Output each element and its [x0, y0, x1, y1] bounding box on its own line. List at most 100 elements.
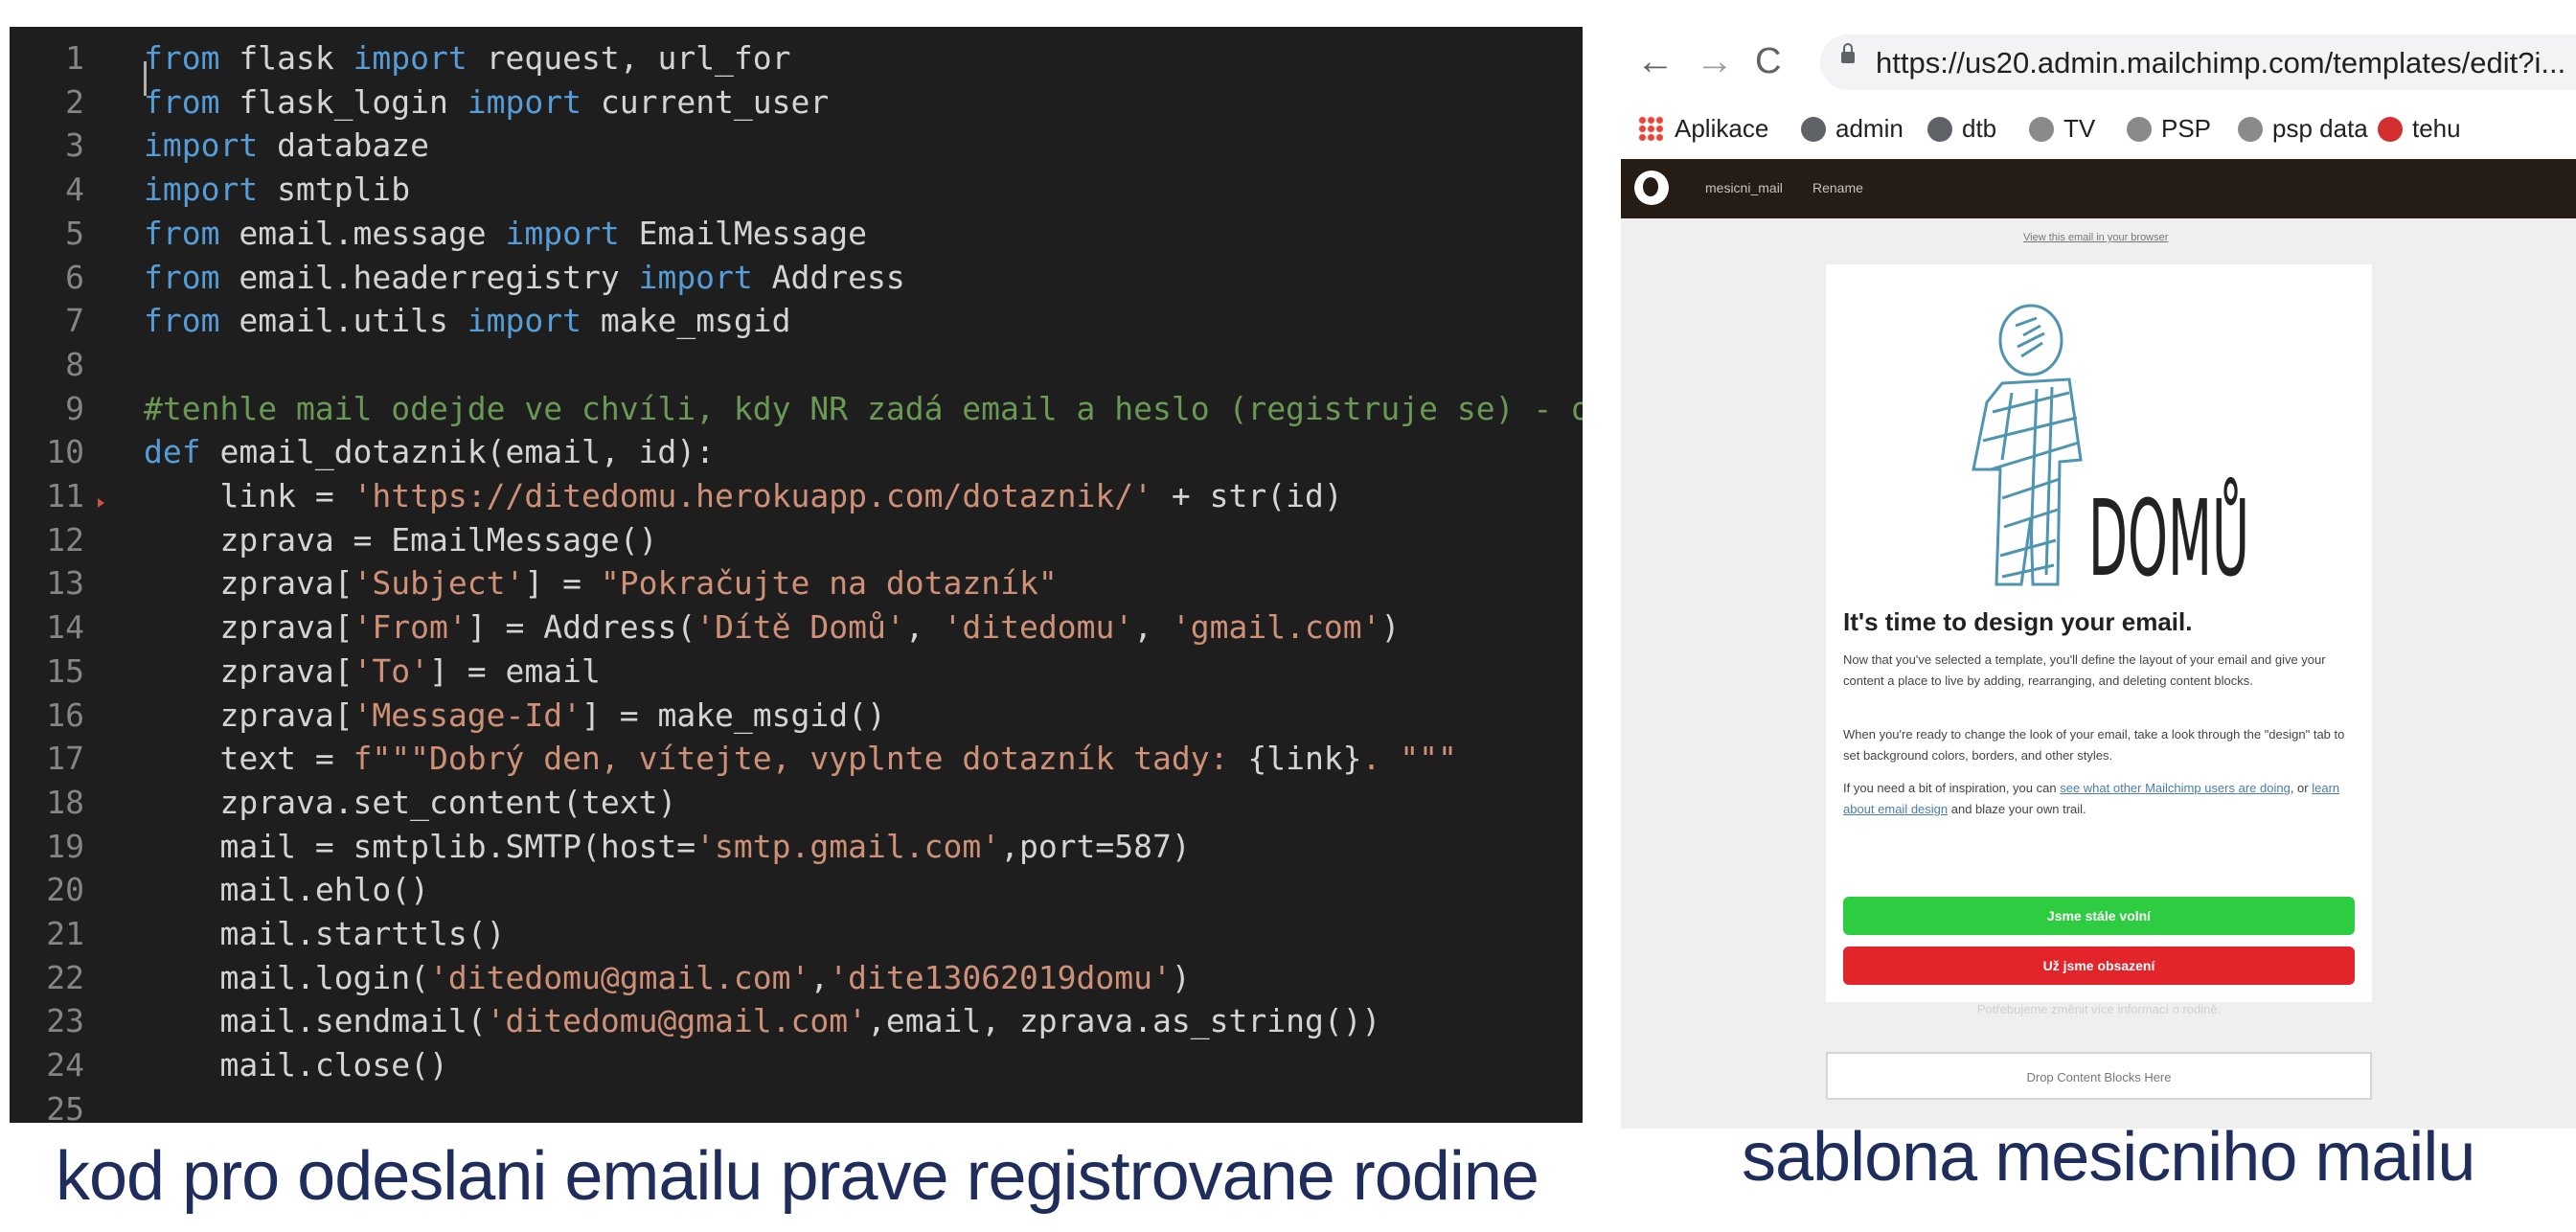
- code-text: link = 'https://ditedomu.herokuapp.com/d…: [219, 477, 1343, 514]
- code-line[interactable]: 5 from email.message import EmailMessage: [10, 212, 1583, 256]
- code-text: from email.utils import make_msgid: [144, 302, 791, 340]
- mailchimp-logo-icon[interactable]: [1634, 171, 1669, 205]
- url-text: https://us20.admin.mailchimp.com/templat…: [1876, 46, 2566, 80]
- bookmark-item[interactable]: dtb: [1927, 111, 1996, 146]
- code-text: mail.close(): [219, 1046, 448, 1084]
- code-line[interactable]: 21 mail.starttls(): [10, 912, 1583, 956]
- line-number: 10: [46, 433, 84, 471]
- bookmarks-bar: Aplikace admin dtb TV PSP psp data tehu: [1621, 100, 2576, 159]
- code-line[interactable]: 3 import databaze: [10, 124, 1583, 168]
- bookmark-label: dtb: [1962, 114, 1997, 143]
- code-text: mail.login('ditedomu@gmail.com','dite130…: [219, 958, 1191, 996]
- code-line[interactable]: 1 from flask import request, url_for: [10, 36, 1583, 80]
- code-text: mail.ehlo(): [219, 871, 430, 909]
- code-line[interactable]: 2 from flask_login import current_user: [10, 80, 1583, 125]
- code-line[interactable]: 14 zprava['From'] = Address('Dítě Domů',…: [10, 605, 1583, 650]
- code-line[interactable]: 22 mail.login('ditedomu@gmail.com','dite…: [10, 956, 1583, 1000]
- bookmark-label: PSP: [2161, 114, 2212, 143]
- line-number: 7: [65, 302, 84, 340]
- code-text: zprava['Message-Id'] = make_msgid(): [219, 696, 886, 734]
- code-text: text = f"""Dobrý den, vítejte, vyplnte d…: [219, 740, 1457, 778]
- line-number: 1: [65, 39, 84, 77]
- code-line[interactable]: 8: [10, 343, 1583, 387]
- code-line[interactable]: 6 from email.headerregistry import Addres…: [10, 256, 1583, 300]
- bookmark-item[interactable]: tehu: [2378, 111, 2461, 146]
- reload-icon[interactable]: C: [1755, 40, 1781, 82]
- email-heading: It's time to design your email.: [1843, 607, 2193, 636]
- code-text: zprava['From'] = Address('Dítě Domů', 'd…: [219, 608, 1401, 647]
- code-line[interactable]: 13 zprava['Subject'] = "Pokračujte na do…: [10, 561, 1583, 605]
- code-line[interactable]: 19 mail = smtplib.SMTP(host='smtp.gmail.…: [10, 825, 1583, 869]
- email-paragraph-3: If you need a bit of inspiration, you ca…: [1843, 781, 2340, 816]
- code-line[interactable]: 7 from email.utils import make_msgid: [10, 299, 1583, 343]
- code-line[interactable]: 11 link = 'https://ditedomu.herokuapp.co…: [10, 474, 1583, 518]
- line-number: 20: [46, 871, 84, 909]
- line-number: 21: [46, 915, 84, 952]
- bookmark-label: Aplikace: [1675, 114, 1769, 143]
- rename-link[interactable]: Rename: [1812, 180, 1863, 195]
- email-preview[interactable]: DOMŮ It's time to design your email. Now…: [1826, 264, 2372, 1016]
- email-paragraph-1: Now that you've selected a template, you…: [1843, 652, 2326, 688]
- bookmark-label: psp data: [2272, 114, 2368, 143]
- code-text: mail.sendmail('ditedomu@gmail.com',email…: [219, 1002, 1381, 1040]
- code-text: def email_dotaznik(email, id):: [144, 433, 716, 471]
- back-arrow-icon[interactable]: ←: [1636, 40, 1675, 82]
- line-number: 18: [46, 783, 84, 821]
- bookmark-item[interactable]: admin: [1801, 111, 1904, 146]
- lock-icon: [1841, 43, 1855, 63]
- bookmark-item[interactable]: psp data: [2238, 111, 2368, 146]
- forward-arrow-icon[interactable]: →: [1696, 40, 1734, 82]
- code-line[interactable]: 25: [10, 1087, 1583, 1123]
- dite-domu-logo: DOMŮ: [1972, 304, 2249, 594]
- template-name-link[interactable]: mesicni_mail: [1705, 180, 1783, 195]
- bookmark-favicon-icon: [2029, 117, 2054, 142]
- code-text: zprava.set_content(text): [219, 783, 677, 821]
- line-number: 5: [65, 214, 84, 252]
- drop-content-zone[interactable]: Drop Content Blocks Here: [1826, 1052, 2372, 1100]
- already-taken-button[interactable]: Už jsme obsazení: [1843, 947, 2355, 985]
- code-text: from email.headerregistry import Address: [144, 258, 905, 296]
- apps-grid-icon: [1638, 116, 1663, 141]
- address-bar[interactable]: https://us20.admin.mailchimp.com/templat…: [1820, 34, 2576, 90]
- browser-window: ← → C https://us20.admin.mailchimp.com/t…: [1621, 27, 2576, 1129]
- line-number: 14: [46, 608, 84, 647]
- line-number: 12: [46, 520, 84, 559]
- code-text: zprava['Subject'] = "Pokračujte na dotaz…: [219, 564, 1058, 603]
- code-line[interactable]: 24 mail.close(): [10, 1043, 1583, 1087]
- change-info-link[interactable]: Potřebujeme změnit více informací o rodi…: [1826, 1002, 2372, 1016]
- mailchimp-header: mesicni_mail Rename: [1621, 159, 2576, 218]
- bookmark-label: TV: [2063, 114, 2096, 143]
- bookmark-label: admin: [1835, 114, 1904, 143]
- view-in-browser-link[interactable]: View this email in your browser: [2023, 232, 2168, 243]
- line-number: 3: [65, 126, 84, 165]
- code-line[interactable]: 20 mail.ehlo(): [10, 868, 1583, 912]
- bookmark-item[interactable]: Aplikace: [1638, 111, 1768, 146]
- line-number: 15: [46, 651, 84, 690]
- line-number: 4: [65, 171, 84, 209]
- code-text: import databaze: [144, 126, 430, 165]
- bookmark-item[interactable]: TV: [2029, 111, 2095, 146]
- code-text: from flask import request, url_for: [144, 39, 791, 77]
- code-line[interactable]: 15 zprava['To'] = email: [10, 650, 1583, 694]
- code-line[interactable]: 17 text = f"""Dobrý den, vítejte, vyplnt…: [10, 737, 1583, 781]
- code-text: mail.starttls(): [219, 915, 506, 952]
- line-number: 11: [46, 477, 84, 514]
- code-text: mail = smtplib.SMTP(host='smtp.gmail.com…: [219, 827, 1191, 865]
- code-text: zprava['To'] = email: [219, 651, 601, 690]
- code-line[interactable]: 18 zprava.set_content(text): [10, 781, 1583, 825]
- code-line[interactable]: 4 import smtplib: [10, 168, 1583, 212]
- code-line[interactable]: 16 zprava['Message-Id'] = make_msgid(): [10, 694, 1583, 738]
- still-available-button[interactable]: Jsme stále volní: [1843, 897, 2355, 935]
- code-line[interactable]: 23 mail.sendmail('ditedomu@gmail.com',em…: [10, 999, 1583, 1043]
- line-number: 19: [46, 827, 84, 865]
- code-editor[interactable]: 1 from flask import request, url_for 2 from…: [10, 27, 1583, 1123]
- code-line[interactable]: 12 zprava = EmailMessage(): [10, 518, 1583, 562]
- browser-toolbar: ← → C https://us20.admin.mailchimp.com/t…: [1621, 27, 2576, 100]
- bookmark-favicon-icon: [2378, 117, 2403, 142]
- line-number: 9: [65, 389, 84, 427]
- code-line[interactable]: 9 #tenhle mail odejde ve chvíli, kdy NR z…: [10, 387, 1583, 431]
- code-text: from email.message import EmailMessage: [144, 214, 867, 252]
- code-line[interactable]: 10 def email_dotaznik(email, id):: [10, 430, 1583, 474]
- inspiration-link[interactable]: see what other Mailchimp users are doing: [2060, 781, 2291, 795]
- bookmark-item[interactable]: PSP: [2127, 111, 2211, 146]
